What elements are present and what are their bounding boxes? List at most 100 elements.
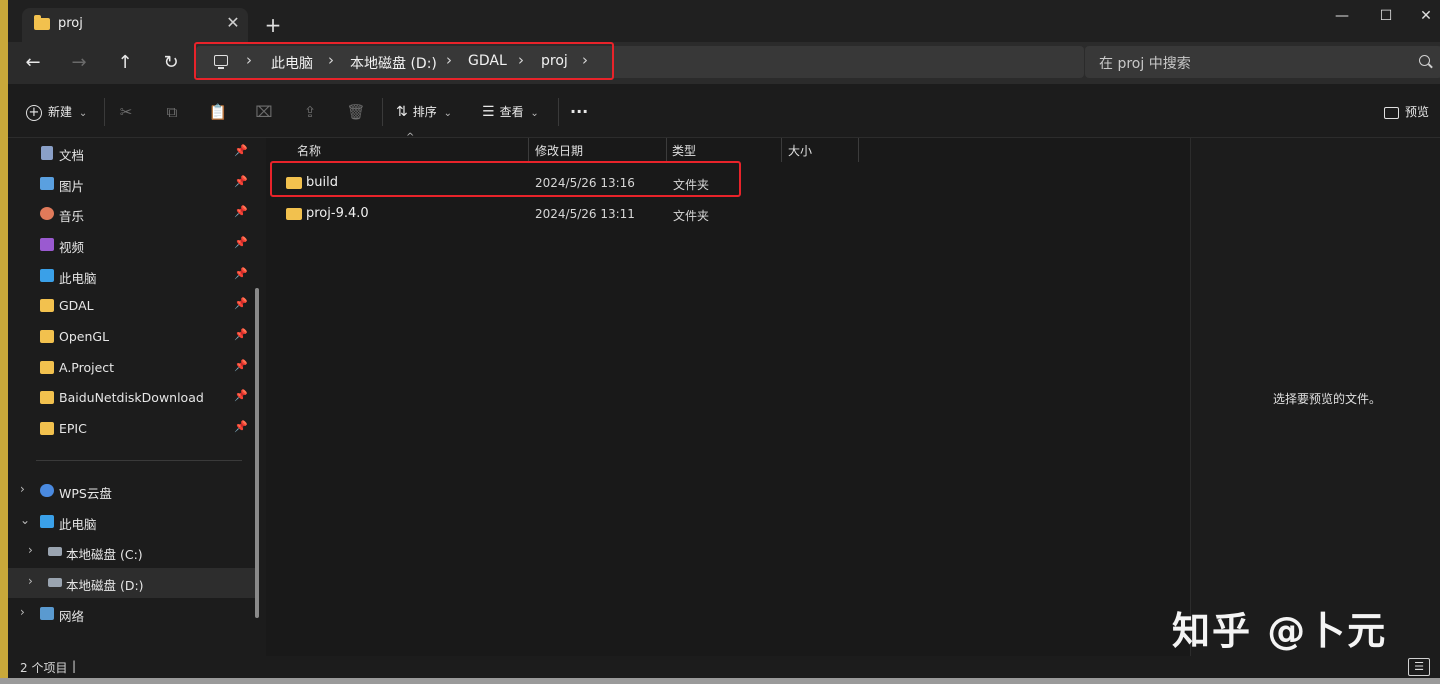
sidebar-item-baidunetdiskdownload[interactable]: BaiduNetdiskDownload 📌 [8, 383, 256, 413]
file-highlight-box [270, 161, 741, 197]
toolbar-divider [558, 98, 559, 126]
cut-icon[interactable]: ✂ [115, 101, 137, 123]
view-icon: ☰ [482, 104, 495, 120]
drive-icon [48, 547, 62, 556]
copy-icon[interactable]: ⧉ [161, 101, 183, 123]
new-button[interactable]: + 新建 ⌄ [26, 98, 90, 126]
close-window-button[interactable]: ✕ [1404, 0, 1440, 32]
sidebar-item-videos[interactable]: 视频 📌 [8, 230, 256, 260]
preview-pane-icon [1384, 106, 1399, 119]
drive-icon [48, 578, 62, 587]
toolbar-divider [104, 98, 105, 126]
pin-icon[interactable]: 📌 [234, 236, 248, 249]
column-header-modified[interactable]: 修改日期 [535, 142, 583, 159]
share-icon[interactable]: ⇪ [299, 101, 321, 123]
column-divider[interactable] [781, 138, 782, 162]
address-highlight-box [194, 42, 614, 80]
sidebar-item-epic[interactable]: EPIC 📌 [8, 414, 256, 444]
chevron-right-icon[interactable]: › [20, 482, 25, 496]
chevron-right-icon[interactable]: › [28, 574, 33, 588]
sidebar-item-drive-c[interactable]: › 本地磁盘 (C:) [8, 537, 256, 567]
view-button[interactable]: ☰ 查看 ⌄ [482, 98, 548, 126]
sidebar-item-gdal[interactable]: GDAL 📌 [8, 291, 256, 321]
chevron-right-icon[interactable]: › [28, 543, 33, 557]
pin-icon[interactable]: 📌 [234, 205, 248, 218]
column-header-row: 名称 ^ 修改日期 类型 大小 [266, 132, 1190, 162]
delete-icon[interactable]: 🗑 [345, 101, 367, 123]
sidebar-item-label: 图片 [59, 179, 85, 194]
cloud-icon [40, 484, 54, 497]
minimize-button[interactable]: — [1320, 0, 1364, 32]
tab-proj[interactable]: proj ✕ [22, 8, 248, 42]
column-header-type[interactable]: 类型 [672, 142, 696, 159]
sidebar-item-opengl[interactable]: OpenGL 📌 [8, 322, 256, 352]
column-divider[interactable] [528, 138, 529, 162]
table-row[interactable]: proj-9.4.0 2024/5/26 13:11 文件夹 [272, 199, 742, 229]
sidebar-scrollbar[interactable] [255, 288, 259, 618]
forward-button[interactable]: → [64, 48, 94, 78]
pin-icon[interactable]: 📌 [234, 420, 248, 433]
chevron-down-icon[interactable]: ⌄ [20, 513, 30, 527]
folder-icon [40, 422, 54, 435]
navigation-bar: ← → ↑ ↻ › 此电脑 › 本地磁盘 (D:) › GDAL › proj … [8, 42, 1440, 84]
preview-empty-text: 选择要预览的文件。 [1273, 392, 1382, 406]
window-frame-bottom [0, 678, 1440, 684]
new-tab-button[interactable]: + [260, 12, 286, 38]
sidebar-item-network[interactable]: › 网络 [8, 599, 256, 629]
pin-icon[interactable]: 📌 [234, 267, 248, 280]
sidebar-item-label: 此电脑 [59, 271, 97, 286]
sidebar-item-label: 视频 [59, 240, 85, 255]
maximize-button[interactable]: ☐ [1364, 0, 1408, 32]
up-button[interactable]: ↑ [110, 48, 140, 78]
computer-icon [40, 269, 54, 282]
close-tab-icon[interactable]: ✕ [222, 12, 244, 34]
pin-icon[interactable]: 📌 [234, 297, 248, 310]
folder-icon [40, 361, 54, 374]
network-icon [40, 607, 54, 620]
search-box[interactable]: 在 proj 中搜索 [1085, 46, 1440, 78]
sidebar-item-label: 音乐 [59, 209, 85, 224]
sidebar-item-a-project[interactable]: A.Project 📌 [8, 353, 256, 383]
music-icon [40, 207, 54, 220]
sidebar-item-music[interactable]: 音乐 📌 [8, 199, 256, 229]
status-separator: | [72, 659, 77, 673]
sidebar-item-drive-d[interactable]: › 本地磁盘 (D:) [8, 568, 256, 598]
column-divider[interactable] [666, 138, 667, 162]
preview-pane-button[interactable]: 预览 [1384, 98, 1436, 126]
sidebar-divider [36, 460, 242, 461]
sidebar-item-label: 此电脑 [59, 517, 97, 532]
pin-icon[interactable]: 📌 [234, 328, 248, 341]
sidebar-item-pictures[interactable]: 图片 📌 [8, 169, 256, 199]
pin-icon[interactable]: 📌 [234, 175, 248, 188]
search-icon[interactable] [1419, 55, 1430, 66]
folder-icon [40, 299, 54, 312]
refresh-button[interactable]: ↻ [156, 48, 186, 78]
pin-icon[interactable]: 📌 [234, 389, 248, 402]
back-button[interactable]: ← [18, 48, 48, 78]
sort-button[interactable]: ⇅ 排序 ⌄ [396, 98, 462, 126]
column-divider[interactable] [858, 138, 859, 162]
chevron-right-icon[interactable]: › [20, 605, 25, 619]
more-options-button[interactable]: ··· [570, 98, 594, 126]
pictures-icon [40, 177, 54, 190]
sidebar-item-label: 本地磁盘 (C:) [66, 547, 143, 562]
details-view-icon[interactable]: ☰ [1408, 658, 1430, 676]
paste-icon[interactable]: 📋 [207, 101, 229, 123]
sidebar-item-this-pc[interactable]: 此电脑 📌 [8, 261, 256, 291]
pin-icon[interactable]: 📌 [234, 359, 248, 372]
rename-icon[interactable]: ⌧ [253, 101, 275, 123]
chevron-down-icon: ⌄ [443, 108, 452, 119]
folder-icon [40, 391, 54, 404]
videos-icon [40, 238, 54, 251]
sidebar-item-wps-cloud[interactable]: › WPS云盘 [8, 476, 256, 506]
sidebar-item-label: OpenGL [59, 329, 110, 344]
pin-icon[interactable]: 📌 [234, 144, 248, 157]
window-frame-edge [0, 0, 8, 684]
column-header-size[interactable]: 大小 [788, 142, 812, 159]
column-header-name[interactable]: 名称 [297, 142, 321, 159]
sidebar-item-this-pc-tree[interactable]: ⌄ 此电脑 [8, 507, 256, 537]
preview-button-label: 预览 [1405, 105, 1430, 119]
sidebar-item-label: BaiduNetdiskDownload [59, 390, 204, 405]
folder-icon [34, 15, 50, 30]
sidebar-item-documents[interactable]: 文档 📌 [8, 138, 256, 168]
